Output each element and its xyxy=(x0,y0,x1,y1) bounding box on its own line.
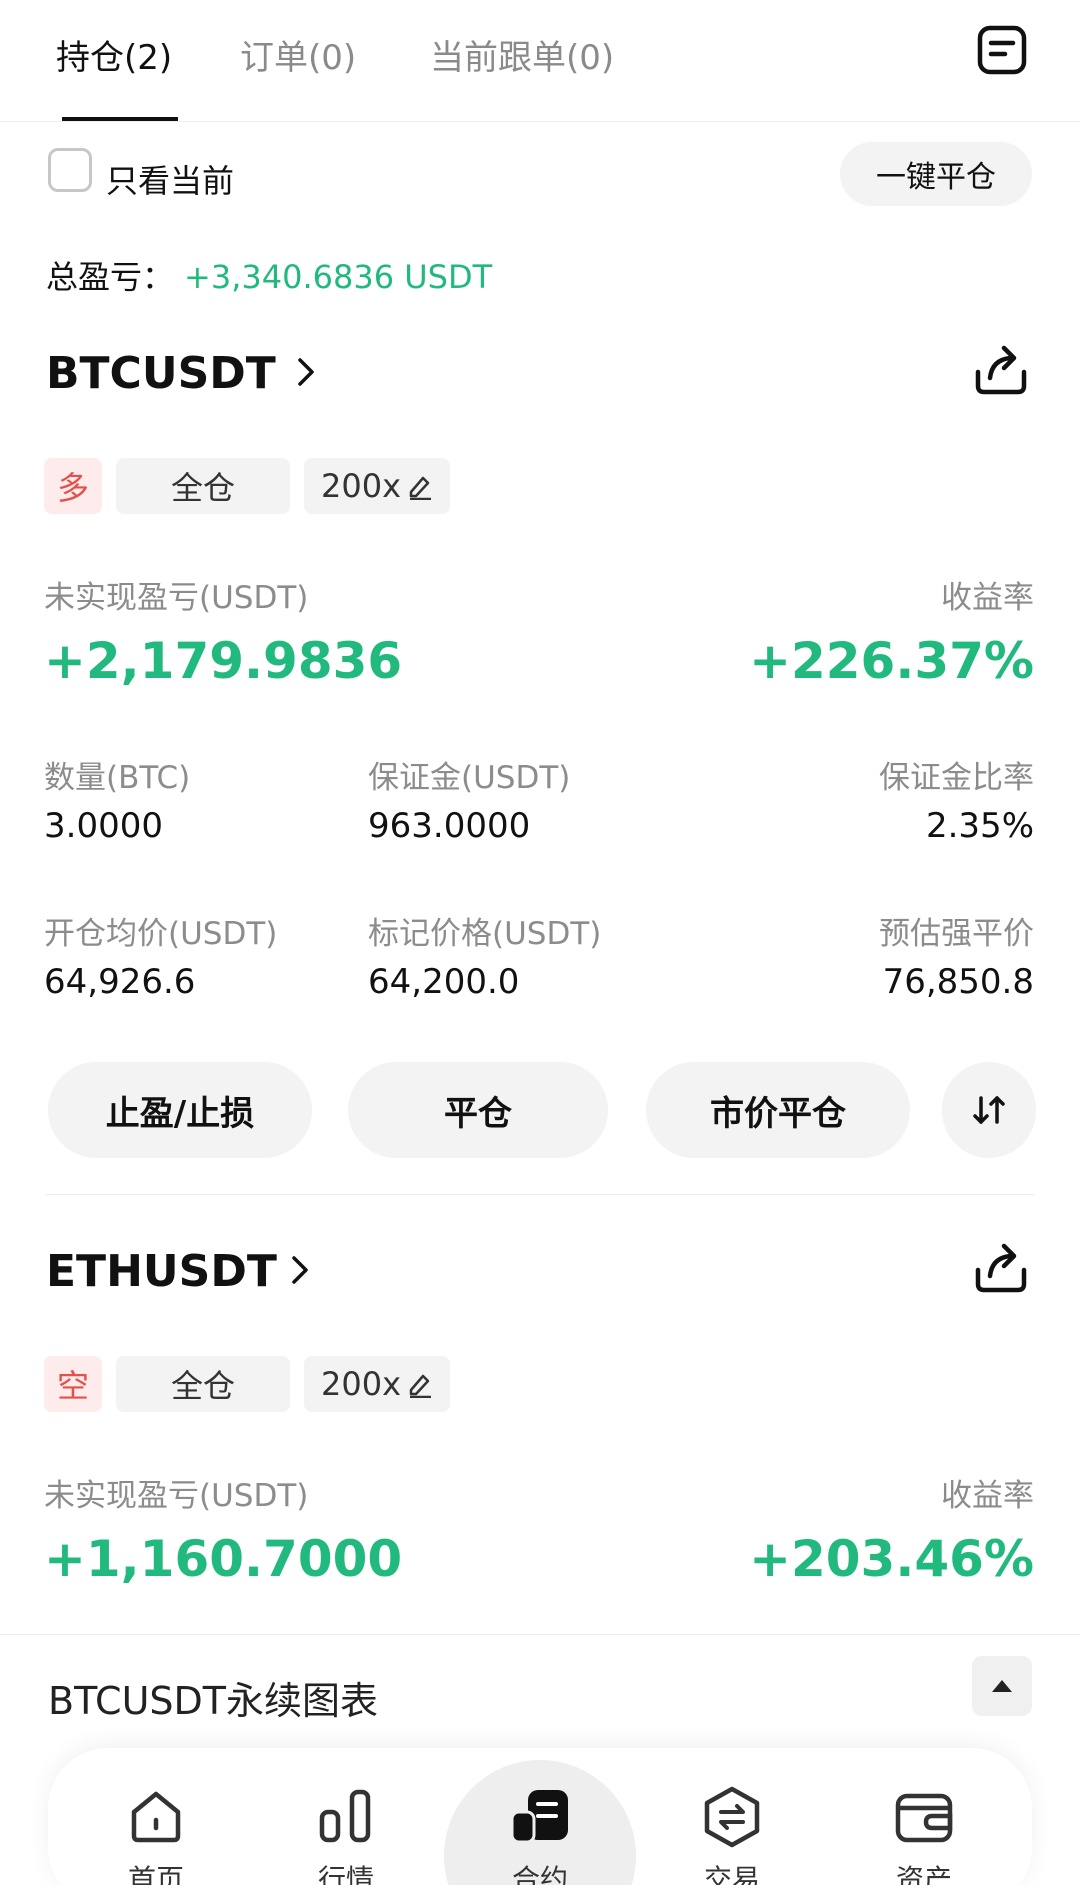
edit-pencil-icon xyxy=(409,476,431,500)
leverage-tag[interactable]: 200x xyxy=(304,1356,450,1412)
roi-label: 收益率 xyxy=(941,580,1034,616)
position-symbol[interactable]: BTCUSDT xyxy=(46,348,276,399)
leverage-value: 200x xyxy=(320,1365,401,1403)
position-symbol[interactable]: ETHUSDT xyxy=(46,1246,277,1297)
chevron-right-icon[interactable] xyxy=(292,352,320,392)
position-side-tag: 多 xyxy=(44,458,102,514)
position-side-tag: 空 xyxy=(44,1356,102,1412)
trade-icon xyxy=(704,1786,760,1848)
reverse-arrows-icon xyxy=(973,1096,1005,1124)
margin-mode-tag: 全仓 xyxy=(116,1356,290,1412)
market-close-button[interactable]: 市价平仓 xyxy=(646,1062,910,1158)
only-current-label: 只看当前 xyxy=(106,162,235,200)
chart-expand-button[interactable] xyxy=(972,1656,1032,1716)
roi-label: 收益率 xyxy=(941,1478,1034,1514)
unrealized-pnl-value: +2,179.9836 xyxy=(44,632,403,690)
nav-item-market[interactable]: 行情 xyxy=(266,1748,426,1885)
market-icon xyxy=(319,1789,371,1843)
liquidation-price-label: 预估强平价 xyxy=(879,916,1034,952)
mark-price-value: 64,200.0 xyxy=(368,962,520,1002)
nav-label: 合约 xyxy=(511,1863,568,1885)
margin-label: 保证金(USDT) xyxy=(368,760,571,796)
history-document-icon[interactable] xyxy=(974,22,1030,78)
mark-price-label: 标记价格(USDT) xyxy=(368,916,602,952)
quantity-value: 3.0000 xyxy=(44,806,163,846)
nav-label: 资产 xyxy=(895,1863,952,1885)
nav-label: 行情 xyxy=(317,1863,374,1885)
leverage-tag[interactable]: 200x xyxy=(304,458,450,514)
nav-item-assets[interactable]: 资产 xyxy=(844,1748,1004,1885)
total-pnl-label: 总盈亏： xyxy=(46,258,175,296)
nav-item-trade[interactable]: 交易 xyxy=(652,1748,812,1885)
share-icon[interactable] xyxy=(970,338,1032,400)
unrealized-pnl-label: 未实现盈亏(USDT) xyxy=(44,580,309,616)
only-current-checkbox[interactable] xyxy=(48,148,92,192)
share-icon[interactable] xyxy=(970,1236,1032,1298)
active-tab-indicator xyxy=(62,117,178,121)
margin-ratio-label: 保证金比率 xyxy=(879,760,1034,796)
tab-positions[interactable]: 持仓(2) xyxy=(56,30,172,79)
chevron-right-icon[interactable] xyxy=(286,1250,314,1290)
tab-orders[interactable]: 订单(0) xyxy=(240,30,356,79)
margin-ratio-value: 2.35% xyxy=(925,806,1034,846)
total-pnl-value: +3,340.6836 USDT xyxy=(184,258,493,296)
leverage-value: 200x xyxy=(320,467,401,505)
tp-sl-button[interactable]: 止盈/止损 xyxy=(48,1062,312,1158)
margin-mode-tag: 全仓 xyxy=(116,458,290,514)
nav-label: 首页 xyxy=(127,1863,184,1885)
reverse-position-button[interactable] xyxy=(942,1062,1036,1158)
liquidation-price-value: 76,850.8 xyxy=(882,962,1034,1002)
chart-section-title[interactable]: BTCUSDT永续图表 xyxy=(48,1670,378,1725)
roi-value: +203.46% xyxy=(749,1530,1034,1588)
nav-item-contract[interactable]: 合约 xyxy=(460,1748,620,1885)
nav-label: 交易 xyxy=(703,1863,760,1885)
quantity-label: 数量(BTC) xyxy=(44,760,191,796)
position-tabs: 持仓(2) 订单(0) 当前跟单(0) xyxy=(0,0,1080,122)
entry-price-value: 64,926.6 xyxy=(44,962,196,1002)
close-all-button[interactable]: 一键平仓 xyxy=(840,142,1032,206)
nav-item-home[interactable]: 首页 xyxy=(76,1748,236,1885)
entry-price-label: 开仓均价(USDT) xyxy=(44,916,278,952)
total-pnl: 总盈亏： +3,340.6836 USDT xyxy=(46,252,492,298)
close-position-button[interactable]: 平仓 xyxy=(348,1062,608,1158)
unrealized-pnl-label: 未实现盈亏(USDT) xyxy=(44,1478,309,1514)
home-icon xyxy=(131,1791,181,1843)
edit-pencil-icon xyxy=(409,1374,431,1398)
bottom-navigation: 首页 行情 合约 交易 资产 xyxy=(48,1748,1032,1885)
contract-icon xyxy=(510,1790,568,1844)
wallet-icon xyxy=(895,1793,953,1843)
tab-copy-trading[interactable]: 当前跟单(0) xyxy=(430,30,614,79)
position-divider xyxy=(46,1194,1034,1195)
unrealized-pnl-value: +1,160.7000 xyxy=(44,1530,403,1588)
roi-value: +226.37% xyxy=(749,632,1034,690)
triangle-up-icon xyxy=(992,1680,1012,1692)
margin-value: 963.0000 xyxy=(368,806,531,846)
